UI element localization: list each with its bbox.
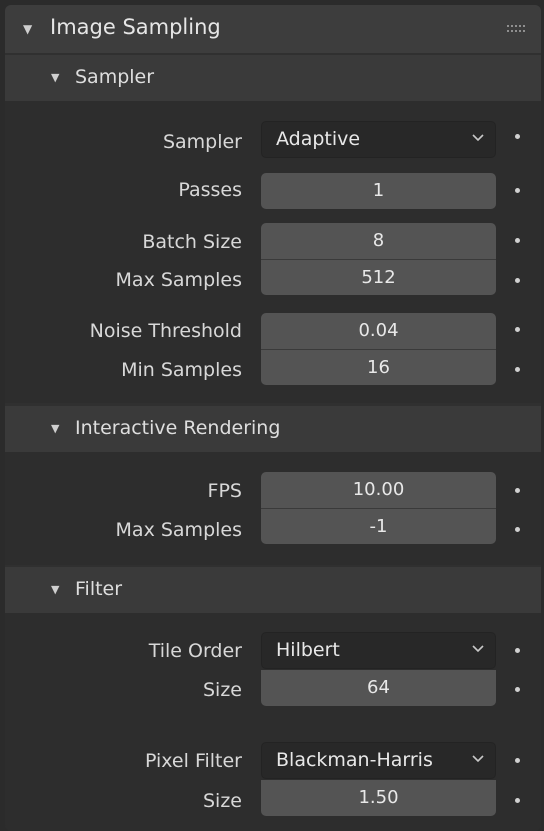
- max-samples-label: Max Samples: [115, 269, 242, 291]
- drag-grip-icon[interactable]: [507, 23, 527, 35]
- passes-label: Passes: [178, 179, 242, 201]
- animate-property-dot[interactable]: [515, 188, 520, 193]
- animate-property-dot[interactable]: [515, 648, 520, 653]
- collapse-triangle-icon[interactable]: ▼: [51, 422, 59, 435]
- sampler-dropdown[interactable]: Adaptive: [261, 121, 496, 158]
- chevron-down-icon: [472, 134, 484, 142]
- pixel-filter-value: Blackman-Harris: [276, 749, 433, 771]
- animate-property-dot[interactable]: [515, 687, 520, 692]
- chevron-down-icon: [472, 755, 484, 763]
- filter-size-label: Size: [202, 790, 242, 812]
- chevron-down-icon: [472, 645, 484, 653]
- collapse-triangle-icon[interactable]: ▼: [23, 22, 32, 36]
- tile-size-field[interactable]: 64: [261, 670, 496, 706]
- batch-size-field[interactable]: 8: [261, 223, 496, 259]
- panel-title: Image Sampling: [50, 15, 221, 39]
- batch-size-label: Batch Size: [142, 231, 242, 253]
- filter-size-field[interactable]: 1.50: [261, 780, 496, 816]
- max-samples-field[interactable]: 512: [261, 259, 496, 295]
- filter-subpanel-body: Tile Order Hilbert Size 64 Pixel Filter …: [5, 613, 541, 831]
- pixel-filter-dropdown[interactable]: Blackman-Harris: [261, 742, 496, 779]
- animate-property-dot[interactable]: [515, 798, 520, 803]
- subpanel-title: Filter: [75, 578, 123, 600]
- noise-threshold-label: Noise Threshold: [89, 320, 242, 342]
- tile-order-value: Hilbert: [276, 639, 340, 661]
- animate-property-dot[interactable]: [515, 327, 520, 332]
- collapse-triangle-icon[interactable]: ▼: [51, 583, 59, 596]
- interactive-rendering-subpanel-body: FPS 10.00 Max Samples -1: [5, 452, 541, 565]
- animate-property-dot[interactable]: [515, 278, 520, 283]
- max-samples-label: Max Samples: [115, 519, 242, 541]
- sampler-value: Adaptive: [276, 128, 361, 150]
- interactive-max-samples-field[interactable]: -1: [261, 508, 496, 544]
- subpanel-title: Interactive Rendering: [75, 417, 281, 439]
- tile-size-label: Size: [202, 679, 242, 701]
- passes-field[interactable]: 1: [261, 173, 496, 209]
- fps-label: FPS: [207, 480, 242, 502]
- sampler-subpanel-body: Sampler Adaptive Passes 1 Batch Size 8 M…: [5, 101, 541, 403]
- tile-order-dropdown[interactable]: Hilbert: [261, 632, 496, 669]
- subpanel-title: Sampler: [75, 66, 155, 88]
- tile-order-label: Tile Order: [148, 640, 242, 662]
- min-samples-label: Min Samples: [121, 359, 242, 381]
- sampler-label: Sampler: [162, 131, 242, 153]
- min-samples-field[interactable]: 16: [261, 349, 496, 385]
- interactive-rendering-subpanel-header[interactable]: ▼ Interactive Rendering: [5, 406, 541, 452]
- panel-header[interactable]: ▼ Image Sampling: [5, 5, 541, 53]
- fps-field[interactable]: 10.00: [261, 472, 496, 508]
- animate-property-dot[interactable]: [515, 488, 520, 493]
- sampler-subpanel-header[interactable]: ▼ Sampler: [5, 55, 541, 101]
- pixel-filter-label: Pixel Filter: [144, 750, 242, 772]
- image-sampling-panel: ▼ Image Sampling ▼ Sampler Sampler Adapt…: [5, 5, 541, 831]
- filter-subpanel-header[interactable]: ▼ Filter: [5, 567, 541, 613]
- animate-property-dot[interactable]: [515, 367, 520, 372]
- collapse-triangle-icon[interactable]: ▼: [51, 71, 59, 84]
- animate-property-dot[interactable]: [515, 134, 520, 139]
- noise-threshold-field[interactable]: 0.04: [261, 313, 496, 349]
- animate-property-dot[interactable]: [515, 238, 520, 243]
- animate-property-dot[interactable]: [515, 527, 520, 532]
- animate-property-dot[interactable]: [515, 758, 520, 763]
